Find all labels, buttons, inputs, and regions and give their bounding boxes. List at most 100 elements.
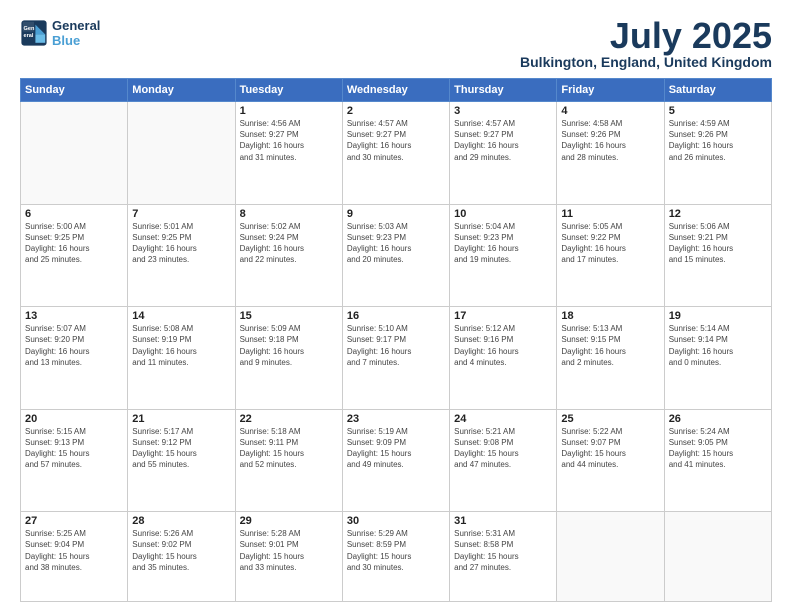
calendar-cell: 26Sunrise: 5:24 AM Sunset: 9:05 PM Dayli… (664, 409, 771, 512)
calendar-cell: 15Sunrise: 5:09 AM Sunset: 9:18 PM Dayli… (235, 307, 342, 410)
month-title: July 2025 (520, 18, 772, 54)
calendar-header-saturday: Saturday (664, 79, 771, 102)
day-info: Sunrise: 5:02 AM Sunset: 9:24 PM Dayligh… (240, 221, 338, 266)
calendar-cell: 5Sunrise: 4:59 AM Sunset: 9:26 PM Daylig… (664, 102, 771, 205)
day-number: 9 (347, 208, 445, 220)
calendar-header-row: SundayMondayTuesdayWednesdayThursdayFrid… (21, 79, 772, 102)
calendar-cell: 20Sunrise: 5:15 AM Sunset: 9:13 PM Dayli… (21, 409, 128, 512)
day-number: 28 (132, 515, 230, 527)
calendar-header-monday: Monday (128, 79, 235, 102)
calendar-cell: 19Sunrise: 5:14 AM Sunset: 9:14 PM Dayli… (664, 307, 771, 410)
calendar-cell: 11Sunrise: 5:05 AM Sunset: 9:22 PM Dayli… (557, 204, 664, 307)
calendar-week-3: 13Sunrise: 5:07 AM Sunset: 9:20 PM Dayli… (21, 307, 772, 410)
calendar-week-4: 20Sunrise: 5:15 AM Sunset: 9:13 PM Dayli… (21, 409, 772, 512)
calendar-cell: 29Sunrise: 5:28 AM Sunset: 9:01 PM Dayli… (235, 512, 342, 602)
day-number: 8 (240, 208, 338, 220)
day-number: 11 (561, 208, 659, 220)
logo-icon: Gen eral (20, 19, 48, 47)
calendar-cell: 8Sunrise: 5:02 AM Sunset: 9:24 PM Daylig… (235, 204, 342, 307)
day-info: Sunrise: 5:31 AM Sunset: 8:58 PM Dayligh… (454, 528, 552, 573)
day-info: Sunrise: 5:04 AM Sunset: 9:23 PM Dayligh… (454, 221, 552, 266)
calendar-cell: 9Sunrise: 5:03 AM Sunset: 9:23 PM Daylig… (342, 204, 449, 307)
calendar-cell: 25Sunrise: 5:22 AM Sunset: 9:07 PM Dayli… (557, 409, 664, 512)
day-number: 20 (25, 413, 123, 425)
day-info: Sunrise: 5:05 AM Sunset: 9:22 PM Dayligh… (561, 221, 659, 266)
day-info: Sunrise: 4:57 AM Sunset: 9:27 PM Dayligh… (347, 118, 445, 163)
logo-text: General Blue (52, 18, 100, 48)
day-number: 16 (347, 310, 445, 322)
day-number: 14 (132, 310, 230, 322)
day-info: Sunrise: 5:26 AM Sunset: 9:02 PM Dayligh… (132, 528, 230, 573)
calendar-cell: 13Sunrise: 5:07 AM Sunset: 9:20 PM Dayli… (21, 307, 128, 410)
title-block: July 2025 Bulkington, England, United Ki… (520, 18, 772, 70)
page: Gen eral General Blue July 2025 Bulkingt… (0, 0, 792, 612)
day-info: Sunrise: 5:03 AM Sunset: 9:23 PM Dayligh… (347, 221, 445, 266)
calendar-cell: 30Sunrise: 5:29 AM Sunset: 8:59 PM Dayli… (342, 512, 449, 602)
location-subtitle: Bulkington, England, United Kingdom (520, 54, 772, 70)
calendar-cell: 21Sunrise: 5:17 AM Sunset: 9:12 PM Dayli… (128, 409, 235, 512)
day-number: 24 (454, 413, 552, 425)
day-number: 29 (240, 515, 338, 527)
calendar-header-wednesday: Wednesday (342, 79, 449, 102)
calendar-cell: 12Sunrise: 5:06 AM Sunset: 9:21 PM Dayli… (664, 204, 771, 307)
calendar-header-thursday: Thursday (450, 79, 557, 102)
day-number: 23 (347, 413, 445, 425)
day-number: 2 (347, 105, 445, 117)
day-info: Sunrise: 5:22 AM Sunset: 9:07 PM Dayligh… (561, 426, 659, 471)
day-info: Sunrise: 4:57 AM Sunset: 9:27 PM Dayligh… (454, 118, 552, 163)
day-number: 30 (347, 515, 445, 527)
calendar-week-2: 6Sunrise: 5:00 AM Sunset: 9:25 PM Daylig… (21, 204, 772, 307)
day-number: 1 (240, 105, 338, 117)
day-number: 7 (132, 208, 230, 220)
day-number: 12 (669, 208, 767, 220)
calendar-cell (128, 102, 235, 205)
calendar-cell: 23Sunrise: 5:19 AM Sunset: 9:09 PM Dayli… (342, 409, 449, 512)
day-info: Sunrise: 5:01 AM Sunset: 9:25 PM Dayligh… (132, 221, 230, 266)
calendar-cell: 18Sunrise: 5:13 AM Sunset: 9:15 PM Dayli… (557, 307, 664, 410)
day-info: Sunrise: 4:56 AM Sunset: 9:27 PM Dayligh… (240, 118, 338, 163)
calendar-cell: 24Sunrise: 5:21 AM Sunset: 9:08 PM Dayli… (450, 409, 557, 512)
calendar-cell (557, 512, 664, 602)
day-info: Sunrise: 5:24 AM Sunset: 9:05 PM Dayligh… (669, 426, 767, 471)
day-info: Sunrise: 5:08 AM Sunset: 9:19 PM Dayligh… (132, 323, 230, 368)
calendar-cell: 1Sunrise: 4:56 AM Sunset: 9:27 PM Daylig… (235, 102, 342, 205)
calendar-cell (21, 102, 128, 205)
calendar-cell: 17Sunrise: 5:12 AM Sunset: 9:16 PM Dayli… (450, 307, 557, 410)
day-info: Sunrise: 5:17 AM Sunset: 9:12 PM Dayligh… (132, 426, 230, 471)
day-number: 21 (132, 413, 230, 425)
calendar-cell: 28Sunrise: 5:26 AM Sunset: 9:02 PM Dayli… (128, 512, 235, 602)
calendar-cell: 31Sunrise: 5:31 AM Sunset: 8:58 PM Dayli… (450, 512, 557, 602)
calendar-cell: 10Sunrise: 5:04 AM Sunset: 9:23 PM Dayli… (450, 204, 557, 307)
day-info: Sunrise: 5:29 AM Sunset: 8:59 PM Dayligh… (347, 528, 445, 573)
day-info: Sunrise: 5:10 AM Sunset: 9:17 PM Dayligh… (347, 323, 445, 368)
header: Gen eral General Blue July 2025 Bulkingt… (20, 18, 772, 70)
calendar-header-sunday: Sunday (21, 79, 128, 102)
day-number: 13 (25, 310, 123, 322)
day-info: Sunrise: 4:59 AM Sunset: 9:26 PM Dayligh… (669, 118, 767, 163)
day-info: Sunrise: 5:19 AM Sunset: 9:09 PM Dayligh… (347, 426, 445, 471)
day-number: 19 (669, 310, 767, 322)
logo: Gen eral General Blue (20, 18, 100, 48)
day-number: 25 (561, 413, 659, 425)
day-number: 4 (561, 105, 659, 117)
calendar-cell: 3Sunrise: 4:57 AM Sunset: 9:27 PM Daylig… (450, 102, 557, 205)
day-info: Sunrise: 5:25 AM Sunset: 9:04 PM Dayligh… (25, 528, 123, 573)
day-info: Sunrise: 4:58 AM Sunset: 9:26 PM Dayligh… (561, 118, 659, 163)
day-number: 26 (669, 413, 767, 425)
calendar-header-tuesday: Tuesday (235, 79, 342, 102)
svg-text:Gen: Gen (24, 26, 35, 32)
day-info: Sunrise: 5:13 AM Sunset: 9:15 PM Dayligh… (561, 323, 659, 368)
calendar-cell: 22Sunrise: 5:18 AM Sunset: 9:11 PM Dayli… (235, 409, 342, 512)
day-info: Sunrise: 5:15 AM Sunset: 9:13 PM Dayligh… (25, 426, 123, 471)
day-number: 18 (561, 310, 659, 322)
calendar-cell: 4Sunrise: 4:58 AM Sunset: 9:26 PM Daylig… (557, 102, 664, 205)
calendar-header-friday: Friday (557, 79, 664, 102)
calendar-table: SundayMondayTuesdayWednesdayThursdayFrid… (20, 78, 772, 602)
calendar-cell: 7Sunrise: 5:01 AM Sunset: 9:25 PM Daylig… (128, 204, 235, 307)
day-number: 27 (25, 515, 123, 527)
day-info: Sunrise: 5:00 AM Sunset: 9:25 PM Dayligh… (25, 221, 123, 266)
day-info: Sunrise: 5:21 AM Sunset: 9:08 PM Dayligh… (454, 426, 552, 471)
calendar-cell: 14Sunrise: 5:08 AM Sunset: 9:19 PM Dayli… (128, 307, 235, 410)
day-number: 3 (454, 105, 552, 117)
calendar-cell: 27Sunrise: 5:25 AM Sunset: 9:04 PM Dayli… (21, 512, 128, 602)
